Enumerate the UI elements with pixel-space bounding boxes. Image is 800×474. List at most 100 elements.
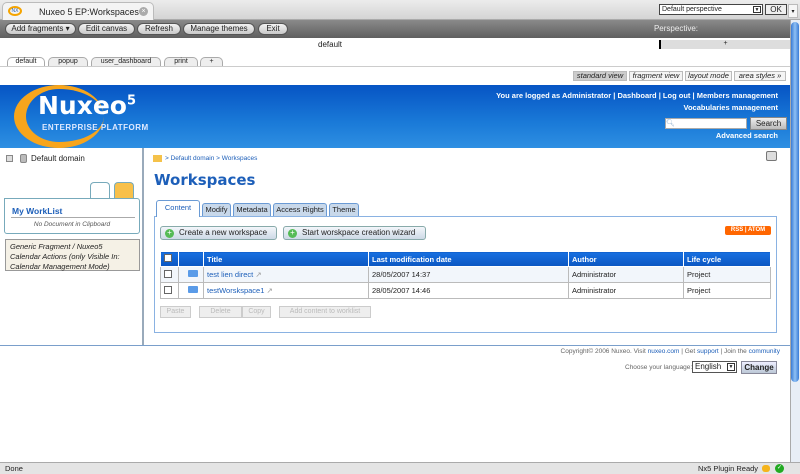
- edit-canvas-button[interactable]: Edit canvas: [78, 23, 135, 35]
- divider: [11, 217, 135, 218]
- create-workspace-label: Create a new workspace: [179, 228, 268, 237]
- change-language-button[interactable]: Change: [741, 361, 777, 374]
- row-select-cell: [160, 282, 179, 299]
- chevron-down-icon: ▼: [727, 363, 735, 371]
- create-workspace-button[interactable]: + Create a new workspace: [160, 226, 277, 240]
- add-canvas-button[interactable]: +: [659, 40, 790, 49]
- rss-atom-link[interactable]: RSS | ATOM: [725, 226, 771, 235]
- get-text: | Get: [679, 348, 697, 355]
- add-fragments-button[interactable]: Add fragments ▾: [5, 23, 76, 35]
- folder-cell: [178, 266, 204, 283]
- external-link-icon[interactable]: ↗: [255, 270, 261, 279]
- status-text: Done: [5, 464, 23, 473]
- date-cell: 28/05/2007 14:37: [368, 266, 569, 283]
- table-row: test lien direct ↗ 28/05/2007 14:37 Admi…: [160, 266, 771, 283]
- author-cell: Administrator: [568, 266, 684, 283]
- canvas-name: default: [318, 40, 343, 49]
- scrollbar-thumb[interactable]: [791, 22, 799, 382]
- dashboard-link[interactable]: Dashboard: [617, 91, 656, 100]
- page-tab-default[interactable]: default: [7, 57, 45, 66]
- fragment-view-button[interactable]: fragment view: [629, 71, 683, 81]
- vocabularies-management-link[interactable]: Vocabularies management: [684, 103, 778, 112]
- workspace-link[interactable]: testWorskspace1: [207, 286, 264, 295]
- manage-themes-button[interactable]: Manage themes: [183, 23, 255, 35]
- advanced-search-link[interactable]: Advanced search: [716, 131, 778, 140]
- search-icon: 🔍︎: [666, 120, 675, 127]
- tab-content[interactable]: Content: [156, 200, 200, 217]
- plugin-status: Nx5 Plugin Ready: [698, 464, 759, 473]
- browser-tab-title: Nuxeo 5 EP:Workspaces: [39, 7, 139, 17]
- select-all-header: [160, 251, 179, 267]
- clipboard-tab-icon[interactable]: [90, 182, 110, 198]
- page-tab-user-dashboard[interactable]: user_dashboard: [91, 57, 161, 66]
- tab-list-dropdown[interactable]: ▾: [788, 4, 798, 18]
- folder-cell: [178, 282, 204, 299]
- logout-link[interactable]: Log out: [663, 91, 691, 100]
- select-all-checkbox[interactable]: [164, 254, 172, 262]
- community-link[interactable]: community: [749, 348, 780, 355]
- perspective-ok-button[interactable]: OK: [765, 4, 787, 15]
- copyright: Copyright© 2006 Nuxeo. Visit nuxeo.com |…: [561, 348, 780, 355]
- tab-theme[interactable]: Theme: [329, 203, 359, 216]
- paste-button[interactable]: Paste: [160, 306, 191, 318]
- browser-tab[interactable]: NX Nuxeo 5 EP:Workspaces ×: [2, 2, 154, 20]
- nuxeo-link[interactable]: nuxeo.com: [648, 348, 680, 355]
- expand-tree-icon[interactable]: [6, 155, 13, 162]
- page-tab-add[interactable]: +: [200, 57, 223, 66]
- copy-button[interactable]: Copy: [242, 306, 271, 318]
- row-select-cell: [160, 266, 179, 283]
- row-checkbox[interactable]: [164, 269, 172, 278]
- language-select[interactable]: English ▼: [692, 361, 737, 373]
- divider: [0, 66, 790, 67]
- logo-subtitle: ENTERPRISE PLATFORM: [42, 123, 149, 132]
- exit-button[interactable]: Exit: [258, 23, 288, 35]
- nuxeo-favicon-icon: NX: [8, 6, 22, 16]
- workspace-wizard-button[interactable]: + Start worskpace creation wizard: [283, 226, 426, 240]
- copyright-text: Copyright© 2006 Nuxeo. Visit: [560, 348, 648, 355]
- nuxeo-plugin-icon[interactable]: [762, 465, 770, 472]
- title-cell: test lien direct ↗: [203, 266, 369, 283]
- site-header: Nuxeo5 ENTERPRISE PLATFORM You are logge…: [0, 85, 790, 148]
- folder-icon: [187, 286, 198, 293]
- folder-icon: [187, 270, 198, 277]
- standard-view-button[interactable]: standard view: [573, 71, 627, 81]
- members-management-link[interactable]: Members management: [697, 91, 778, 100]
- language-value: English: [695, 362, 722, 371]
- lifecycle-cell: Project: [683, 282, 771, 299]
- worklist-tab-icon[interactable]: [114, 182, 134, 198]
- support-link[interactable]: support: [697, 348, 719, 355]
- home-folder-icon[interactable]: [153, 155, 162, 162]
- join-text: | Join the: [718, 348, 749, 355]
- print-icon[interactable]: [766, 151, 777, 161]
- area-styles-button[interactable]: area styles »: [734, 71, 786, 81]
- workspace-link[interactable]: test lien direct: [207, 270, 253, 279]
- tab-metadata[interactable]: Metadata: [233, 203, 271, 216]
- lifecycle-cell: Project: [683, 266, 771, 283]
- column-lifecycle[interactable]: Life cycle: [683, 251, 771, 267]
- external-link-icon[interactable]: ↗: [266, 286, 272, 295]
- tab-access-rights[interactable]: Access Rights: [273, 203, 327, 216]
- page-tab-print[interactable]: print: [164, 57, 198, 66]
- layout-mode-button[interactable]: layout mode: [685, 71, 732, 81]
- status-bar: Done Nx5 Plugin Ready ✓: [0, 462, 800, 474]
- column-title[interactable]: Title: [203, 251, 369, 267]
- close-tab-icon[interactable]: ×: [139, 7, 148, 16]
- row-checkbox[interactable]: [164, 285, 172, 294]
- delete-button[interactable]: Delete: [199, 306, 242, 318]
- search-button[interactable]: Search: [750, 117, 787, 130]
- column-date[interactable]: Last modification date: [368, 251, 569, 267]
- add-to-worklist-button[interactable]: Add content to worklist: [279, 306, 371, 318]
- perspective-select[interactable]: Default perspective ▼: [659, 4, 763, 15]
- search-input[interactable]: 🔍︎: [665, 118, 747, 129]
- worklist-panel: My WorkList No Document in Clipboard: [4, 198, 140, 234]
- column-author[interactable]: Author: [568, 251, 684, 267]
- sep: |: [613, 91, 616, 100]
- page-tab-popup[interactable]: popup: [48, 57, 88, 66]
- refresh-button[interactable]: Refresh: [137, 23, 181, 35]
- default-domain-link[interactable]: Default domain: [31, 154, 85, 163]
- logged-as-text: You are logged as Administrator: [496, 91, 612, 100]
- language-label: Choose your language:: [625, 364, 693, 371]
- tab-modify[interactable]: Modify: [202, 203, 231, 216]
- nuxeo-logo[interactable]: Nuxeo5: [38, 91, 136, 120]
- breadcrumb[interactable]: > Default domain > Workspaces: [165, 155, 257, 162]
